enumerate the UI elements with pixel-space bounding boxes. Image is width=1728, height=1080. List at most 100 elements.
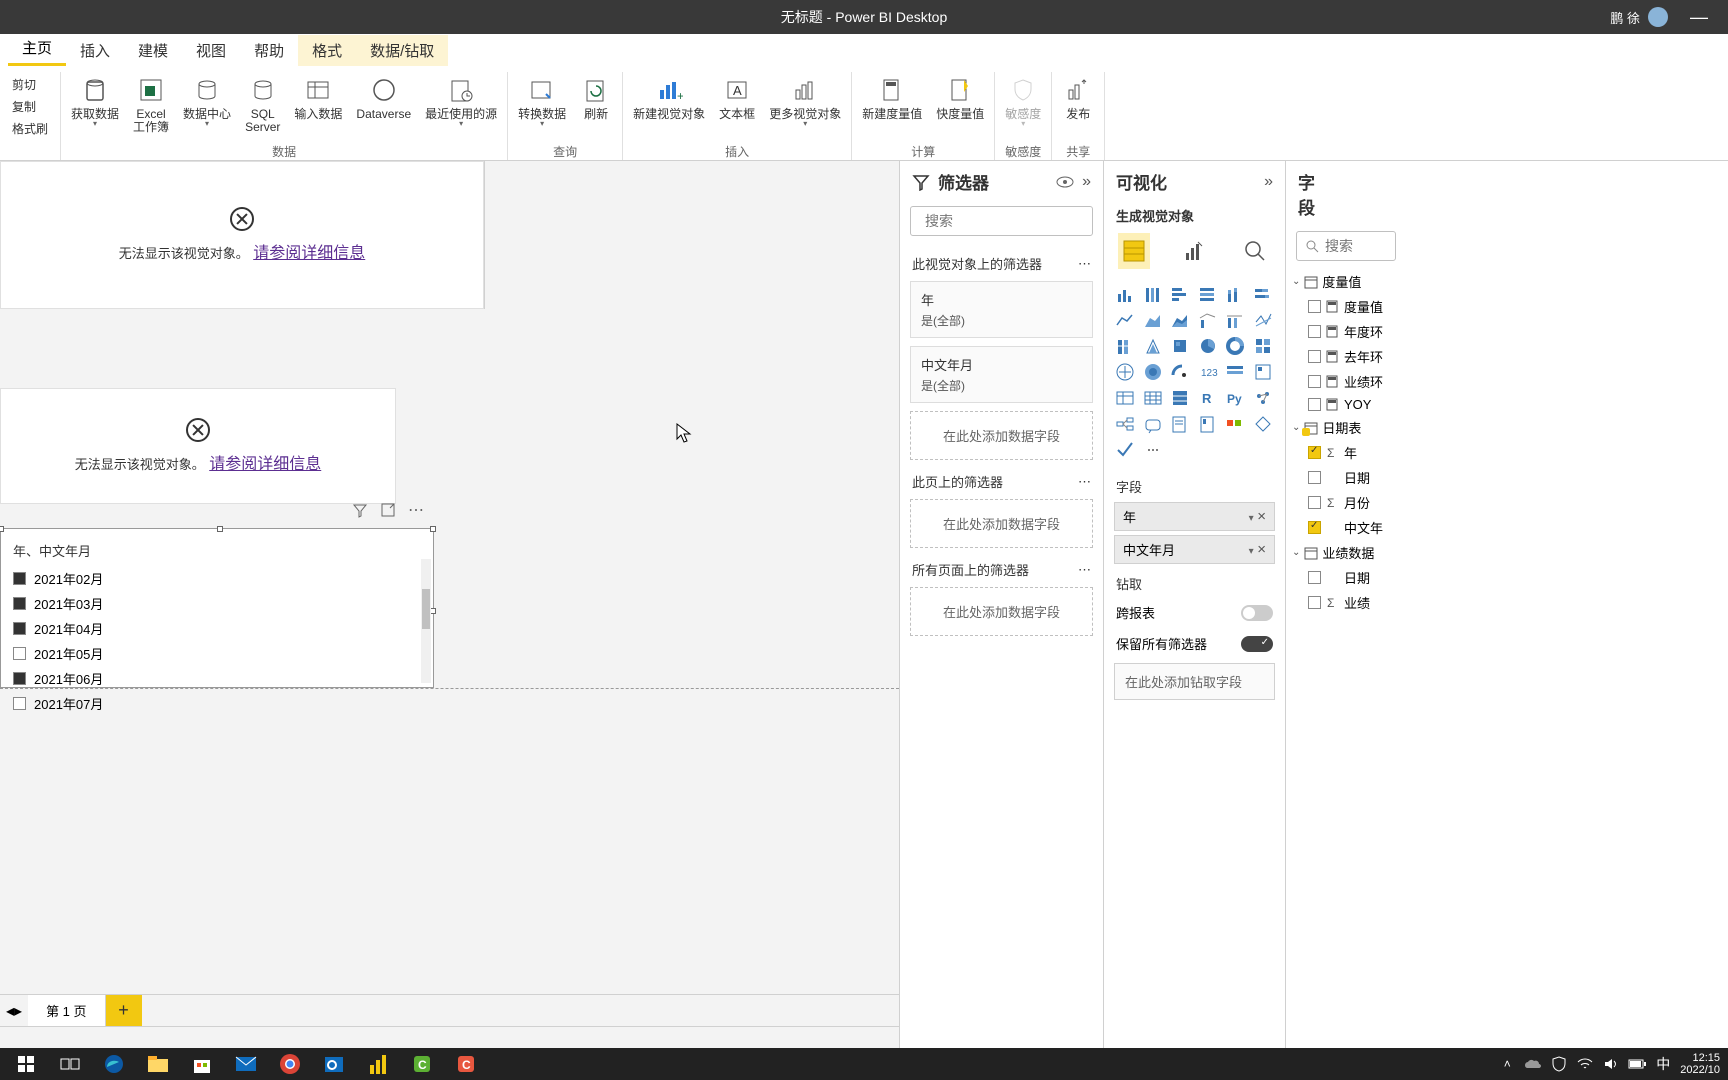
tab-data-drill[interactable]: 数据/钻取: [356, 35, 448, 66]
resize-handle[interactable]: [217, 526, 223, 532]
page-nav-arrows[interactable]: ◂▸: [0, 995, 28, 1026]
checkbox[interactable]: [1308, 446, 1321, 459]
text-box-button[interactable]: A文本框: [713, 72, 761, 141]
chrome-app[interactable]: [268, 1048, 312, 1080]
tab-help[interactable]: 帮助: [240, 35, 298, 66]
checkbox[interactable]: [1308, 571, 1321, 584]
tab-format[interactable]: 格式: [298, 35, 356, 66]
viz-type-26[interactable]: [1169, 387, 1191, 409]
scrollbar[interactable]: [421, 559, 431, 683]
report-canvas[interactable]: 无法显示该视觉对象。 请参阅详细信息 无法显示该视觉对象。 请参阅详细信息 ⋯ …: [0, 161, 899, 994]
viz-type-13[interactable]: [1142, 335, 1164, 357]
viz-type-15[interactable]: [1197, 335, 1219, 357]
viz-type-30[interactable]: [1114, 413, 1136, 435]
excel-button[interactable]: Excel 工作簿: [127, 72, 175, 141]
fields-search[interactable]: [1296, 231, 1396, 261]
more-icon[interactable]: ⋯: [407, 501, 425, 519]
task-view-button[interactable]: [48, 1048, 92, 1080]
explorer-app[interactable]: [136, 1048, 180, 1080]
checkbox[interactable]: [13, 672, 26, 685]
mail-app[interactable]: [224, 1048, 268, 1080]
remove-icon[interactable]: ×: [1257, 508, 1266, 525]
tab-home[interactable]: 主页: [8, 32, 66, 66]
powerbi-app[interactable]: [356, 1048, 400, 1080]
checkbox[interactable]: [1308, 300, 1321, 313]
add-page-button[interactable]: +: [106, 995, 142, 1026]
new-measure-button[interactable]: 新建度量值: [856, 72, 928, 141]
viz-type-16[interactable]: [1224, 335, 1246, 357]
collapse-icon[interactable]: »: [1082, 173, 1091, 191]
store-app[interactable]: [180, 1048, 224, 1080]
focus-icon[interactable]: [379, 501, 397, 519]
viz-type-3[interactable]: [1197, 283, 1219, 305]
field-row[interactable]: 日期: [1286, 565, 1416, 590]
field-row[interactable]: 中文年: [1286, 515, 1416, 540]
field-row[interactable]: Σ年: [1286, 440, 1416, 465]
viz-type-28[interactable]: Py: [1224, 387, 1246, 409]
field-row[interactable]: 度量值: [1286, 294, 1416, 319]
checkbox[interactable]: [13, 647, 26, 660]
cross-report-toggle[interactable]: [1241, 605, 1273, 621]
slicer-item[interactable]: 2021年03月: [13, 591, 421, 616]
new-visual-button[interactable]: +新建视觉对象: [627, 72, 711, 141]
outlook-app[interactable]: [312, 1048, 356, 1080]
tab-insert[interactable]: 插入: [66, 35, 124, 66]
slicer-visual[interactable]: ⋯ 年、中文年月 2021年02月2021年03月2021年04月2021年05…: [0, 528, 434, 688]
battery-icon[interactable]: [1628, 1055, 1646, 1073]
viz-type-36[interactable]: [1114, 439, 1136, 461]
viz-type-2[interactable]: [1169, 283, 1191, 305]
tab-model[interactable]: 建模: [124, 35, 182, 66]
copy-button[interactable]: 复制: [8, 96, 52, 117]
viz-type-7[interactable]: [1142, 309, 1164, 331]
viz-type-17[interactable]: [1252, 335, 1274, 357]
quick-measure-button[interactable]: 快度量值: [930, 72, 990, 141]
keep-filters-toggle[interactable]: [1241, 636, 1273, 652]
viz-type-11[interactable]: [1252, 309, 1274, 331]
collapse-icon[interactable]: »: [1264, 173, 1273, 191]
more-icon[interactable]: ⋯: [1078, 256, 1091, 272]
viz-type-20[interactable]: [1169, 361, 1191, 383]
filter-card[interactable]: 年是(全部): [910, 281, 1093, 338]
clock[interactable]: 12:15 2022/10: [1680, 1052, 1720, 1076]
checkbox[interactable]: [1308, 350, 1321, 363]
viz-type-9[interactable]: [1197, 309, 1219, 331]
error-link[interactable]: 请参阅详细信息: [253, 245, 365, 262]
tray-up-icon[interactable]: ˄: [1498, 1055, 1516, 1073]
publish-button[interactable]: 发布: [1056, 72, 1100, 141]
viz-type-6[interactable]: [1114, 309, 1136, 331]
checkbox[interactable]: [13, 622, 26, 635]
error-link[interactable]: 请参阅详细信息: [209, 456, 321, 473]
viz-type-33[interactable]: [1197, 413, 1219, 435]
viz-type-22[interactable]: [1224, 361, 1246, 383]
slicer-item[interactable]: 2021年02月: [13, 566, 421, 591]
viz-type-31[interactable]: [1142, 413, 1164, 435]
slicer-item[interactable]: 2021年04月: [13, 616, 421, 641]
refresh-button[interactable]: 刷新: [574, 72, 618, 141]
visual-error-1[interactable]: 无法显示该视觉对象。 请参阅详细信息: [0, 161, 484, 309]
viz-tab-analytics[interactable]: [1239, 233, 1271, 269]
format-painter-button[interactable]: 格式刷: [8, 118, 52, 139]
volume-icon[interactable]: [1602, 1055, 1620, 1073]
avatar-icon[interactable]: [1648, 7, 1668, 27]
start-button[interactable]: [4, 1048, 48, 1080]
fields-search-input[interactable]: [1325, 238, 1387, 254]
recent-sources-button[interactable]: 最近使用的源▾: [419, 72, 503, 141]
user-section[interactable]: 鹏 徐: [1610, 7, 1668, 27]
viz-type-8[interactable]: [1169, 309, 1191, 331]
ime-indicator[interactable]: 中: [1654, 1055, 1672, 1073]
cut-button[interactable]: 剪切: [8, 74, 52, 95]
filter-drop-page[interactable]: 在此处添加数据字段: [910, 499, 1093, 548]
slicer-item[interactable]: 2021年07月: [13, 691, 421, 716]
filter-icon[interactable]: [351, 501, 369, 519]
field-row[interactable]: 业绩环: [1286, 369, 1416, 394]
viz-well-year[interactable]: 年▾ ×: [1114, 502, 1275, 531]
datahub-button[interactable]: 数据中心▾: [177, 72, 237, 141]
remove-icon[interactable]: ×: [1257, 541, 1266, 558]
scroll-thumb[interactable]: [422, 589, 430, 629]
viz-type-37[interactable]: [1142, 439, 1164, 461]
checkbox[interactable]: [13, 597, 26, 610]
checkbox[interactable]: [1308, 398, 1321, 411]
filter-search-input[interactable]: [925, 213, 1106, 229]
field-table-header[interactable]: ⌄度量值: [1286, 269, 1416, 294]
viz-tab-build[interactable]: [1118, 233, 1150, 269]
